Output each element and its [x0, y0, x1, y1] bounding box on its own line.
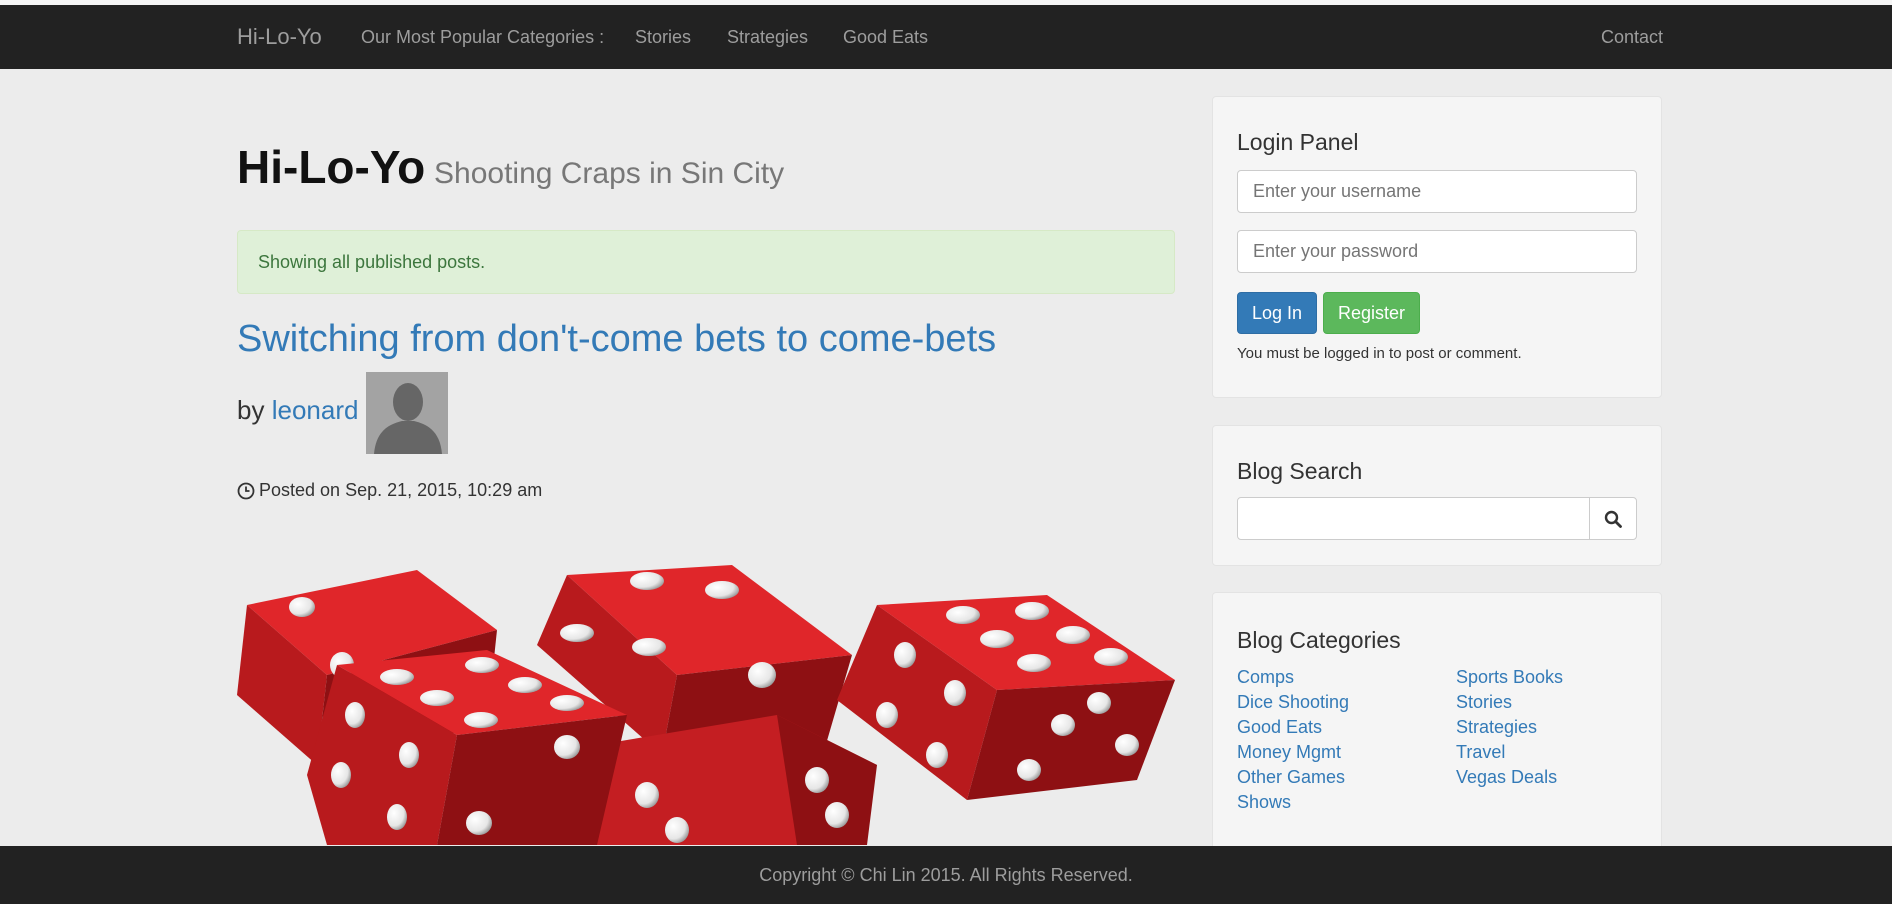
nav-link-good-eats[interactable]: Good Eats	[843, 5, 928, 69]
post-date-text: Posted on Sep. 21, 2015, 10:29 am	[259, 480, 543, 500]
username-input[interactable]	[1237, 170, 1637, 213]
login-note: You must be logged in to post or comment…	[1237, 345, 1522, 362]
nav-link-stories[interactable]: Stories	[635, 5, 691, 69]
nav-link-contact[interactable]: Contact	[1601, 5, 1663, 69]
categories-left-column: Comps Dice Shooting Good Eats Money Mgmt…	[1237, 665, 1349, 815]
nav-categories-label: Our Most Popular Categories :	[361, 27, 605, 47]
post-title-link[interactable]: Switching from don't-come bets to come-b…	[237, 318, 996, 361]
post-image-dice	[237, 555, 1175, 845]
register-button[interactable]: Register	[1323, 292, 1420, 334]
login-panel: Login Panel Log In Register You must be …	[1212, 96, 1662, 398]
search-input[interactable]	[1237, 497, 1590, 540]
category-link-money-mgmt[interactable]: Money Mgmt	[1237, 740, 1349, 765]
post-byline: by leonard	[237, 395, 358, 426]
die-5	[837, 595, 1175, 800]
page-title: Hi-Lo-Yo	[237, 141, 426, 193]
blog-search-heading: Blog Search	[1237, 458, 1363, 484]
category-link-stories[interactable]: Stories	[1456, 690, 1563, 715]
search-icon	[1604, 510, 1622, 528]
category-link-vegas-deals[interactable]: Vegas Deals	[1456, 765, 1563, 790]
status-alert: Showing all published posts.	[237, 230, 1175, 294]
blog-search-panel: Blog Search	[1212, 425, 1662, 566]
category-link-travel[interactable]: Travel	[1456, 740, 1563, 765]
category-link-dice-shooting[interactable]: Dice Shooting	[1237, 690, 1349, 715]
category-link-shows[interactable]: Shows	[1237, 790, 1349, 815]
footer-copyright: Copyright © Chi Lin 2015. All Rights Res…	[759, 865, 1133, 885]
password-input[interactable]	[1237, 230, 1637, 273]
login-panel-heading: Login Panel	[1237, 129, 1359, 155]
avatar-silhouette-icon	[366, 372, 448, 454]
by-label: by	[237, 395, 265, 425]
clock-icon	[237, 482, 255, 499]
dice-illustration	[237, 565, 1175, 845]
login-button[interactable]: Log In	[1237, 292, 1317, 334]
category-link-other-games[interactable]: Other Games	[1237, 765, 1349, 790]
category-link-good-eats[interactable]: Good Eats	[1237, 715, 1349, 740]
search-button[interactable]	[1589, 497, 1637, 540]
category-link-strategies[interactable]: Strategies	[1456, 715, 1563, 740]
blog-categories-heading: Blog Categories	[1237, 627, 1401, 653]
nav-link-strategies[interactable]: Strategies	[727, 5, 808, 69]
author-avatar	[366, 372, 448, 454]
category-link-sports-books[interactable]: Sports Books	[1456, 665, 1563, 690]
brand-link[interactable]: Hi-Lo-Yo	[237, 5, 322, 69]
categories-right-column: Sports Books Stories Strategies Travel V…	[1456, 665, 1563, 790]
top-navbar: Hi-Lo-Yo Our Most Popular Categories : S…	[0, 5, 1892, 69]
page-footer: Copyright © Chi Lin 2015. All Rights Res…	[0, 846, 1892, 904]
post-date: Posted on Sep. 21, 2015, 10:29 am	[237, 480, 542, 501]
author-link[interactable]: leonard	[272, 395, 359, 425]
blog-categories-panel: Blog Categories Comps Dice Shooting Good…	[1212, 592, 1662, 862]
category-link-comps[interactable]: Comps	[1237, 665, 1349, 690]
page-subtitle: Shooting Craps in Sin City	[434, 157, 785, 190]
